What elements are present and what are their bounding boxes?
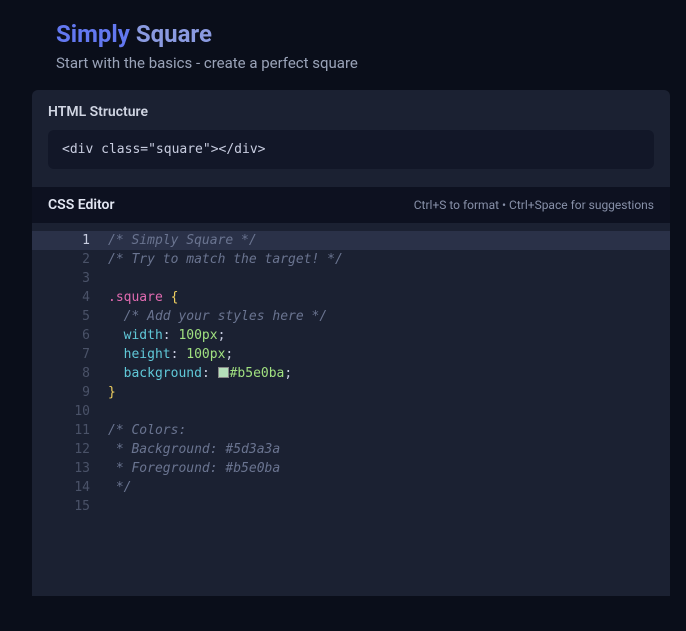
- code-line[interactable]: 11/* Colors:: [32, 421, 670, 440]
- code-line[interactable]: 15: [32, 497, 670, 516]
- challenge-header: Simply Square Start with the basics - cr…: [0, 0, 686, 90]
- line-number: 3: [32, 269, 108, 288]
- code-line[interactable]: 1/* Simply Square */: [32, 231, 670, 250]
- line-number: 1: [32, 231, 108, 250]
- line-number: 7: [32, 345, 108, 364]
- code-line[interactable]: 6 width: 100px;: [32, 326, 670, 345]
- code-line[interactable]: 12 * Background: #5d3a3a: [32, 440, 670, 459]
- css-editor-header: CSS Editor Ctrl+S to format • Ctrl+Space…: [32, 187, 670, 223]
- code-line[interactable]: 9}: [32, 383, 670, 402]
- code-content[interactable]: height: 100px;: [108, 345, 233, 364]
- line-number: 8: [32, 364, 108, 383]
- code-content[interactable]: /* Colors:: [108, 421, 186, 440]
- editor-panel: HTML Structure <div class="square"></div…: [32, 90, 670, 596]
- code-line[interactable]: 13 * Foreground: #b5e0ba: [32, 459, 670, 478]
- code-content[interactable]: * Background: #5d3a3a: [108, 440, 280, 459]
- css-code-editor[interactable]: 1/* Simply Square */2/* Try to match the…: [32, 223, 670, 596]
- title-word-1: Simply: [56, 20, 130, 48]
- color-swatch-icon: [218, 367, 229, 378]
- css-editor-title: CSS Editor: [48, 197, 115, 213]
- line-number: 11: [32, 421, 108, 440]
- code-line[interactable]: 4.square {: [32, 288, 670, 307]
- code-content[interactable]: /* Add your styles here */: [108, 307, 327, 326]
- line-number: 10: [32, 402, 108, 421]
- html-structure-label: HTML Structure: [32, 104, 670, 130]
- css-editor-hint: Ctrl+S to format • Ctrl+Space for sugges…: [414, 198, 654, 212]
- code-line[interactable]: 5 /* Add your styles here */: [32, 307, 670, 326]
- code-line[interactable]: 10: [32, 402, 670, 421]
- code-line[interactable]: 14 */: [32, 478, 670, 497]
- code-content[interactable]: background: #b5e0ba;: [108, 364, 292, 383]
- code-line[interactable]: 3: [32, 269, 670, 288]
- line-number: 4: [32, 288, 108, 307]
- html-structure-code: <div class="square"></div>: [48, 130, 654, 169]
- code-line[interactable]: 7 height: 100px;: [32, 345, 670, 364]
- challenge-title: Simply Square: [56, 20, 638, 48]
- code-content[interactable]: width: 100px;: [108, 326, 225, 345]
- line-number: 14: [32, 478, 108, 497]
- code-content[interactable]: /* Simply Square */: [108, 231, 257, 250]
- code-content[interactable]: .square {: [108, 288, 178, 307]
- line-number: 6: [32, 326, 108, 345]
- code-content[interactable]: /* Try to match the target! */: [108, 250, 343, 269]
- code-content[interactable]: * Foreground: #b5e0ba: [108, 459, 280, 478]
- line-number: 9: [32, 383, 108, 402]
- code-line[interactable]: 8 background: #b5e0ba;: [32, 364, 670, 383]
- line-number: 2: [32, 250, 108, 269]
- code-content[interactable]: */: [108, 478, 131, 497]
- code-line[interactable]: 2/* Try to match the target! */: [32, 250, 670, 269]
- line-number: 15: [32, 497, 108, 516]
- line-number: 12: [32, 440, 108, 459]
- title-word-2: Square: [136, 20, 212, 48]
- challenge-subtitle: Start with the basics - create a perfect…: [56, 54, 638, 72]
- line-number: 5: [32, 307, 108, 326]
- line-number: 13: [32, 459, 108, 478]
- code-content[interactable]: }: [108, 383, 116, 402]
